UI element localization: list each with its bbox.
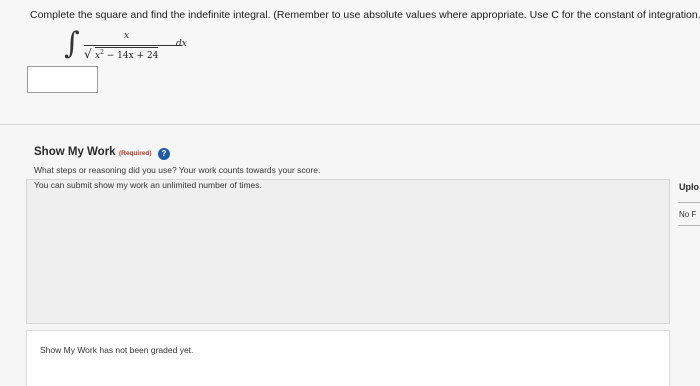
show-my-work-note: You can submit show my work an unlimited…	[34, 180, 262, 190]
fraction-bar	[84, 45, 182, 46]
integral-expression: ∫ x √ x2 − 14x + 24 dx	[64, 26, 194, 66]
differential: dx	[176, 39, 187, 49]
integrand-denominator: x2 − 14x + 24	[95, 47, 159, 61]
question-panel: Complete the square and find the indefin…	[0, 0, 700, 125]
upload-button[interactable]: Uplo	[679, 182, 699, 192]
side-divider	[678, 202, 700, 203]
integral-sign: ∫	[64, 26, 80, 61]
answer-input[interactable]	[27, 66, 98, 93]
upload-side-panel: Uplo No F	[672, 170, 700, 230]
required-label: (Required)	[119, 150, 152, 157]
show-my-work-title: Show My Work	[34, 146, 116, 158]
show-my-work-panel: Show My Work (Required) ? What steps or …	[0, 125, 700, 386]
radicand-rest: − 14x + 24	[103, 51, 159, 61]
question-prompt: Complete the square and find the indefin…	[30, 9, 700, 21]
file-status-label: No F	[679, 210, 697, 219]
show-my-work-prompt: What steps or reasoning did you use? You…	[34, 165, 321, 175]
grade-status-box: Show My Work has not been graded yet.	[26, 330, 670, 386]
side-divider	[678, 225, 700, 226]
integrand-numerator: x	[124, 31, 130, 41]
grade-status-text: Show My Work has not been graded yet.	[40, 345, 194, 355]
radical-sign: √	[84, 47, 92, 61]
question-mark-circle-icon[interactable]: ?	[158, 148, 170, 160]
show-my-work-textarea[interactable]	[26, 179, 670, 324]
